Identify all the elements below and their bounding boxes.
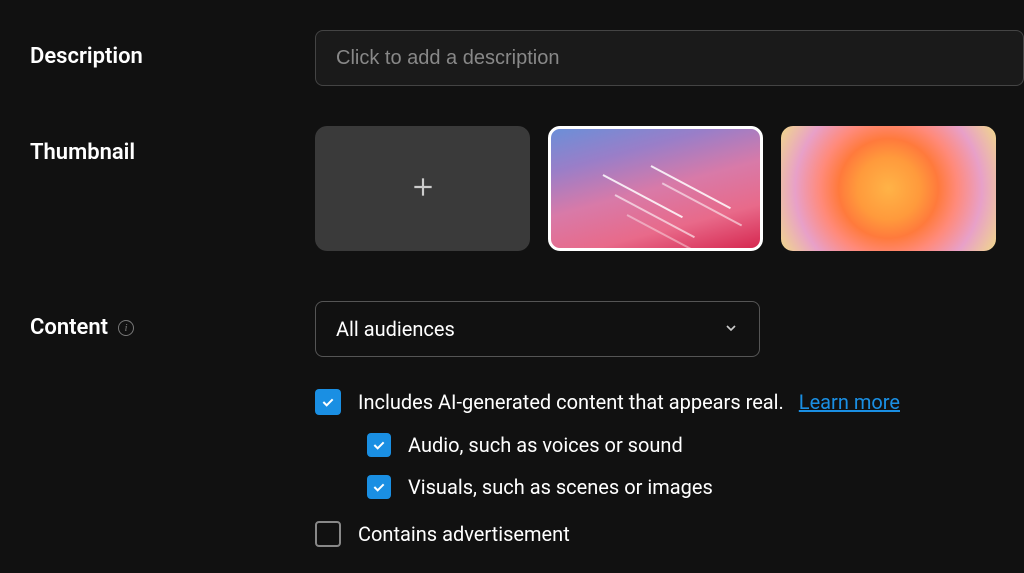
description-label: Description	[30, 30, 315, 69]
ai-disclosure-group: Includes AI-generated content that appea…	[315, 389, 1024, 547]
ai-content-checkbox[interactable]	[315, 389, 341, 415]
ai-content-label: Includes AI-generated content that appea…	[358, 390, 900, 414]
description-control	[315, 30, 1024, 86]
ai-visuals-checkbox[interactable]	[367, 475, 391, 499]
thumbnail-row: Thumbnail	[30, 126, 1024, 251]
thumbnail-control	[315, 126, 1024, 251]
ai-audio-label: Audio, such as voices or sound	[408, 433, 683, 457]
content-label-text: Content	[30, 315, 108, 340]
thumbnail-label: Thumbnail	[30, 126, 315, 165]
ai-content-label-text: Includes AI-generated content that appea…	[358, 390, 784, 414]
thumbnail-option-1[interactable]	[548, 126, 763, 251]
content-row: Content i All audiences Includes AI-gene…	[30, 301, 1024, 565]
plus-icon	[410, 174, 436, 204]
advertisement-row: Contains advertisement	[315, 521, 1024, 547]
thumbnail-option-2[interactable]	[781, 126, 996, 251]
ai-visuals-label: Visuals, such as scenes or images	[408, 475, 713, 499]
learn-more-link[interactable]: Learn more	[799, 390, 900, 414]
chevron-down-icon	[723, 317, 739, 341]
ai-visuals-row: Visuals, such as scenes or images	[367, 475, 1024, 499]
description-row: Description	[30, 30, 1024, 86]
ai-audio-row: Audio, such as voices or sound	[367, 433, 1024, 457]
content-control: All audiences Includes AI-generated cont…	[315, 301, 1024, 565]
ai-content-row: Includes AI-generated content that appea…	[315, 389, 1024, 415]
content-label: Content i	[30, 301, 315, 340]
audience-selected-value: All audiences	[336, 317, 455, 341]
advertisement-label: Contains advertisement	[358, 522, 570, 546]
thumbnail-list	[315, 126, 1024, 251]
ai-audio-checkbox[interactable]	[367, 433, 391, 457]
description-input[interactable]	[315, 30, 1024, 86]
info-icon[interactable]: i	[118, 320, 134, 336]
add-thumbnail-button[interactable]	[315, 126, 530, 251]
audience-select[interactable]: All audiences	[315, 301, 760, 357]
advertisement-checkbox[interactable]	[315, 521, 341, 547]
